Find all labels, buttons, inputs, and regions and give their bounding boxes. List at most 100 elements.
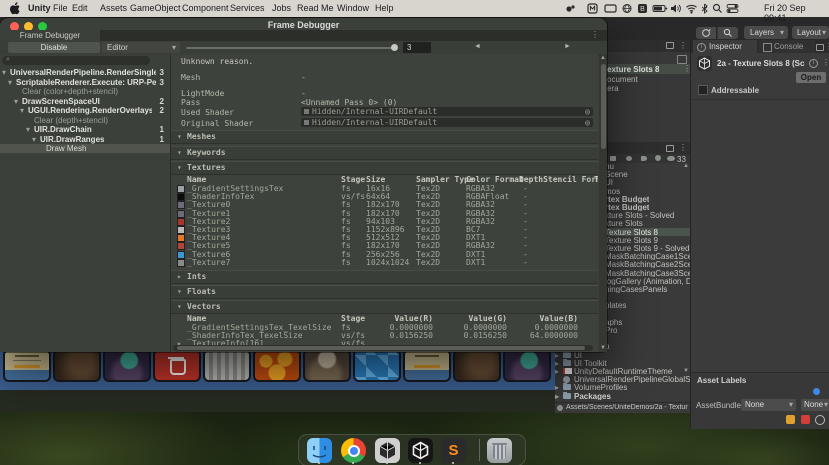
menu-item-jobs[interactable]: Jobs — [272, 3, 291, 13]
eye-icon[interactable] — [667, 156, 675, 161]
scrollbar-thumb[interactable] — [600, 64, 606, 149]
texture-row[interactable]: _Texture1 fs 182x170 Tex2D RGBA32- — [171, 209, 598, 218]
trash-icon[interactable] — [487, 438, 512, 463]
info-icon[interactable]: i — [809, 59, 818, 68]
project-item[interactable]: xture Slots — [605, 219, 643, 227]
texture-row[interactable]: _ShaderInfoTex vs/fs 64x64 Tex2D RGBAFloat - — [171, 192, 598, 202]
menu-item-window[interactable]: Window — [337, 3, 369, 13]
project-tree-item[interactable]: ▸ VolumeProfiles — [555, 383, 690, 391]
layers-dropdown[interactable]: Layers ▾ — [744, 26, 788, 39]
frame-slider-handle[interactable] — [391, 44, 398, 51]
vertical-scrollbar[interactable]: ▲ ▼ — [599, 54, 607, 352]
section-floats[interactable]: ▾ Floats — [171, 285, 598, 299]
unity-hub-icon[interactable] — [375, 438, 400, 463]
alert-filter-icon[interactable] — [655, 155, 661, 161]
section-textures[interactable]: ▾ Textures — [171, 161, 598, 175]
disable-button[interactable]: Disable — [8, 42, 100, 53]
chrome-icon[interactable] — [341, 438, 366, 463]
wifi-icon[interactable] — [685, 3, 697, 14]
hierarchy-item[interactable]: ocument — [607, 75, 638, 84]
addressable-checkbox[interactable] — [698, 85, 708, 95]
search-input[interactable]: ⌕ — [2, 56, 150, 65]
menu-item-help[interactable]: Help — [375, 3, 394, 13]
prefab-filter-icon[interactable] — [626, 156, 632, 161]
bundle-icon[interactable] — [786, 415, 795, 424]
hierarchy-item[interactable]: era — [607, 84, 619, 93]
horizontal-scr ollbar[interactable] — [173, 345, 593, 351]
spotlight-icon[interactable] — [712, 3, 724, 14]
project-item[interactable]: plates — [605, 301, 626, 309]
project-item[interactable]: rtex Budget — [605, 203, 649, 211]
menu-item-unity[interactable]: Unity — [28, 3, 51, 13]
frame-number-field[interactable]: 3 — [403, 42, 431, 53]
project-item[interactable]: xture Slots - Solved — [605, 211, 674, 219]
tree-item[interactable]: ▾ UIR.DrawRanges 1 — [0, 135, 170, 144]
scroll-down-icon[interactable]: ▼ — [600, 345, 606, 351]
vector-row[interactable]: _GradientSettingsTex_TexelSize fs 0.000000… — [171, 323, 598, 332]
section-vectors[interactable]: ▾ Vectors — [171, 300, 598, 314]
menu-item-component[interactable]: Component — [182, 3, 229, 13]
lock-icon[interactable] — [816, 44, 824, 51]
tree-item[interactable]: Clear (depth+stencil) — [0, 116, 170, 125]
menu-item-gameobject[interactable]: GameObject — [130, 3, 181, 13]
project-item[interactable]: mos — [605, 187, 620, 195]
project-item[interactable]: Texture Slots 9 — [605, 236, 658, 244]
object-picker-icon[interactable]: ◎ — [585, 107, 590, 116]
menu-icon[interactable]: ⋮ — [822, 58, 829, 67]
menu-item-services[interactable]: Services — [230, 3, 265, 13]
section-ints[interactable]: ▸ Ints — [171, 270, 598, 284]
orbit-tool-button[interactable] — [696, 27, 716, 39]
texture-row[interactable]: _GradientSettingsTex fs 16x16 Tex2D RGBA32- — [171, 184, 598, 193]
menu-item-readme[interactable]: Read Me — [297, 3, 334, 13]
project-item[interactable]: rtex Budget — [605, 195, 649, 203]
status-app-icon[interactable] — [565, 3, 577, 14]
sublime-text-icon[interactable]: S — [441, 438, 466, 463]
tree-item[interactable]: ▾ UGUI.Rendering.RenderOverlays 2 — [0, 106, 170, 115]
favorites-icon[interactable] — [610, 156, 616, 161]
project-item[interactable]: hingCasesPanels — [605, 285, 667, 293]
tree-item[interactable]: ▾UniversalRenderPipeline.RenderSingleCam… — [0, 68, 170, 77]
menubar-clock[interactable]: Fri 20 Sep 09:41 — [764, 3, 829, 23]
project-item[interactable]: aphs — [605, 318, 622, 326]
tab-console[interactable]: Console — [759, 40, 815, 53]
volume-icon[interactable] — [670, 3, 682, 14]
unity-editor-icon[interactable] — [408, 438, 433, 463]
apple-menu-icon[interactable] — [10, 2, 21, 15]
vector-row[interactable]: _ShaderInfoTex_TexelSize vs/fs 0.0156250 0.… — [171, 331, 598, 340]
status-display-icon[interactable] — [604, 3, 617, 14]
original-shader-field[interactable]: Hidden/Internal-UIRDefault ◎ — [301, 118, 593, 127]
tree-item[interactable]: ▾ScriptableRenderer.Execute: URP-Perform… — [0, 78, 170, 87]
error-icon[interactable] — [801, 415, 810, 424]
object-picker-icon[interactable]: ◎ — [585, 118, 590, 127]
project-tree-item[interactable]: ▸ UnityDefaultRuntimeTheme — [555, 367, 690, 375]
menu-icon[interactable]: ⋮ — [591, 30, 599, 39]
open-button[interactable]: Open — [796, 72, 826, 83]
texture-row[interactable]: _Texture7 fs 1024x1024 Tex2D DXT1- — [171, 258, 598, 267]
tab-inspector[interactable]: i Inspector — [693, 40, 757, 53]
menu-item-edit[interactable]: Edit — [72, 3, 88, 13]
menu-item-file[interactable]: File — [53, 3, 68, 13]
texture-row[interactable]: _Texture4 fs 512x512 Tex2D DXT1- — [171, 233, 598, 243]
tree-item[interactable]: Clear (color+depth+stencil) — [0, 87, 170, 96]
menu-item-assets[interactable]: Assets — [100, 3, 127, 13]
check-circle-icon[interactable] — [815, 415, 825, 425]
used-shader-field[interactable]: Hidden/Internal-UIRDefault ◎ — [301, 107, 593, 116]
tree-item-selected[interactable]: Draw Mesh — [0, 144, 170, 153]
tree-item[interactable]: ▾ DrawScreenSpaceUI 2 — [0, 97, 170, 106]
texture-row[interactable]: _Texture3 fs 1152x896 Tex2D BC7- — [171, 225, 598, 234]
next-frame-button[interactable]: ► — [564, 43, 571, 50]
prev-frame-button[interactable]: ◄ — [474, 43, 481, 50]
scroll-down-icon[interactable]: ▼ — [683, 368, 689, 374]
control-center-icon[interactable] — [726, 3, 739, 14]
scroll-up-icon[interactable]: ▲ — [600, 55, 606, 61]
project-tree-item[interactable]: ▸ UI Toolkit — [555, 358, 690, 367]
scrollbar-thumb[interactable] — [177, 346, 585, 350]
texture-row[interactable]: _Texture0 fs 182x170 Tex2D RGBA32- — [171, 200, 598, 210]
status-globe-icon[interactable] — [621, 3, 633, 14]
project-item[interactable]: logGallery (Animation, D — [605, 277, 690, 285]
menu-icon[interactable]: ⋮ — [679, 143, 687, 152]
texture-row[interactable]: _Texture2 fs 94x103 Tex2D RGBA32- — [171, 217, 598, 226]
search-tool-button[interactable] — [717, 27, 738, 39]
project-item[interactable]: MaskBatchingCase1Scen — [605, 252, 690, 260]
project-item[interactable]: MaskBatchingCase3Sce — [605, 269, 690, 277]
